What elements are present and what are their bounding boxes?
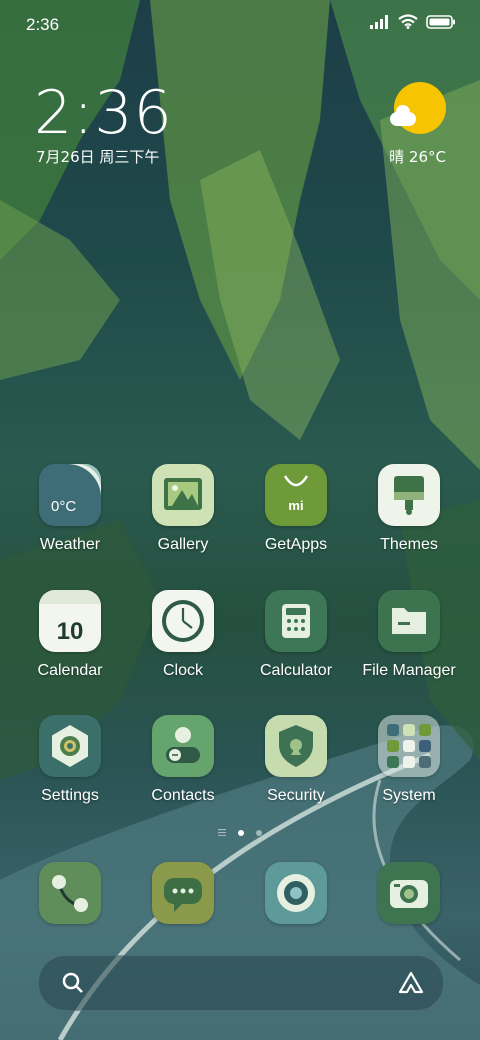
sunny-cloud-icon (390, 82, 446, 134)
assistant-icon[interactable] (397, 971, 425, 995)
app-security[interactable]: Security (241, 715, 351, 805)
app-label: Weather (39, 536, 101, 553)
themes-icon (378, 464, 440, 526)
app-label: File Manager (362, 662, 456, 679)
app-clock[interactable]: Clock (128, 590, 238, 680)
app-contacts[interactable]: Contacts (128, 715, 238, 805)
dock-messages[interactable] (152, 862, 214, 924)
camera-icon (390, 880, 428, 908)
wifi-icon (398, 14, 418, 29)
app-calculator[interactable]: Calculator (241, 590, 351, 680)
security-shield-icon (265, 715, 327, 777)
calendar-icon: 10 (39, 590, 101, 652)
dock-browser[interactable] (265, 862, 327, 924)
signal-icon (370, 14, 388, 29)
getapps-mi-text: mi (288, 498, 304, 513)
app-themes[interactable]: Themes (354, 464, 464, 554)
dock-phone[interactable] (39, 862, 101, 924)
app-label: GetApps (264, 536, 328, 553)
clock-icon (152, 590, 214, 652)
phone-icon (52, 875, 88, 912)
page-dot (256, 829, 262, 836)
status-bar: 2:36 (0, 0, 480, 50)
clock-widget-time[interactable]: 2:36 (34, 78, 173, 148)
app-system-folder[interactable]: System (354, 715, 464, 805)
weather-widget-text: 晴 26°C (389, 148, 446, 166)
app-label: Clock (162, 662, 203, 679)
weather-widget[interactable] (390, 82, 446, 134)
weather-app-icon: 0°C (39, 464, 101, 526)
app-gallery[interactable]: Gallery (128, 464, 238, 554)
app-label: Settings (41, 787, 99, 804)
page-indicator[interactable] (0, 829, 480, 836)
calendar-day: 10 (56, 618, 84, 645)
settings-icon (39, 715, 101, 777)
app-settings[interactable]: Settings (15, 715, 125, 805)
browser-icon (277, 874, 315, 912)
dock-camera[interactable] (378, 862, 440, 924)
folder-icon (378, 590, 440, 652)
search-icon (62, 972, 83, 993)
app-label: Calculator (259, 662, 333, 679)
getapps-icon: mi (265, 464, 327, 526)
clock-widget-date: 7月26日 周三下午 (36, 148, 160, 166)
status-icons (370, 14, 456, 29)
system-folder-icon (378, 715, 440, 777)
list-view-icon (218, 829, 226, 836)
app-getapps[interactable]: mi GetApps (241, 464, 351, 554)
status-time: 2:36 (26, 15, 60, 34)
app-weather[interactable]: 0°C Weather (15, 464, 125, 554)
app-file-manager[interactable]: File Manager (354, 590, 464, 680)
app-label: Calendar (37, 662, 103, 679)
search-bar[interactable] (38, 955, 444, 1011)
weather-app-temp: 0°C (51, 498, 77, 515)
calculator-icon (265, 590, 327, 652)
contacts-icon (152, 715, 214, 777)
page-dot-active (238, 829, 244, 836)
app-calendar[interactable]: 10 Calendar (15, 590, 125, 680)
messages-icon (164, 878, 202, 912)
battery-icon (426, 14, 455, 29)
gallery-icon (152, 464, 214, 526)
app-label: System (382, 787, 436, 804)
app-label: Gallery (157, 536, 209, 553)
app-label: Themes (380, 536, 438, 553)
app-label: Security (267, 787, 325, 804)
app-label: Contacts (151, 787, 215, 804)
